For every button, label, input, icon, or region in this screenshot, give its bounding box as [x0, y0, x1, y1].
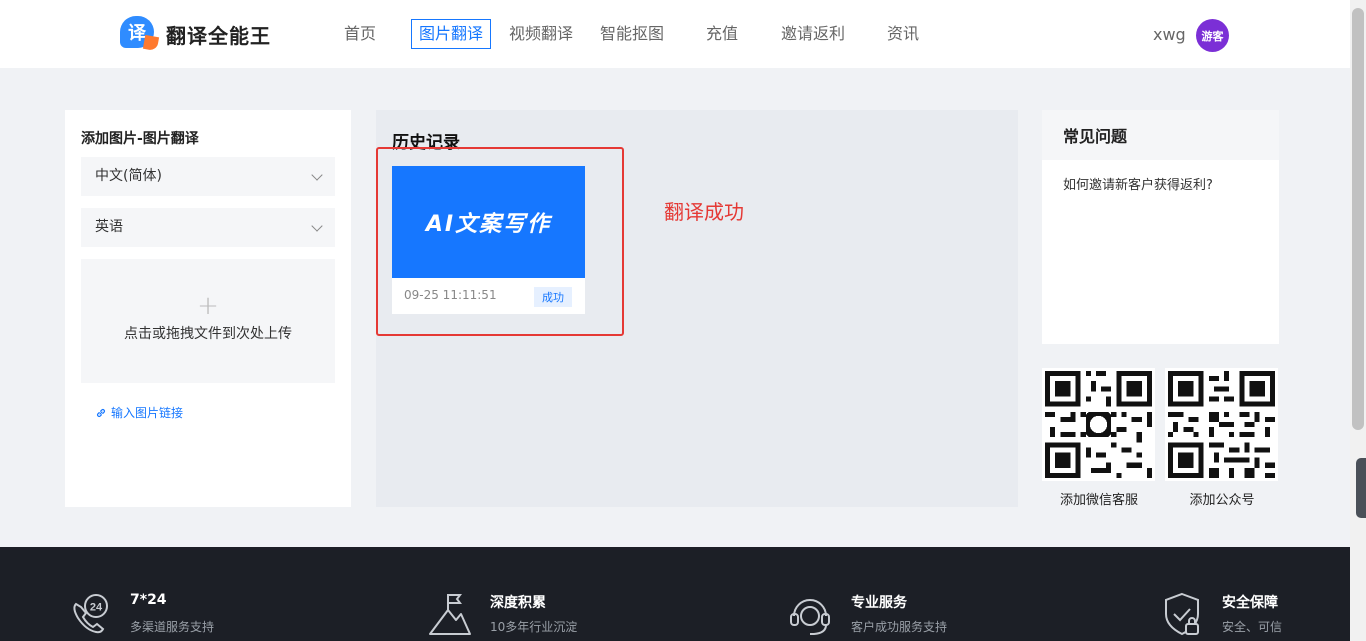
plus-icon: +: [197, 291, 219, 321]
source-language-select[interactable]: 中文(简体): [81, 157, 335, 196]
qr-code-icon: [1168, 371, 1275, 478]
target-language-select[interactable]: 英语: [81, 208, 335, 247]
feature-subtitle: 10多年行业沉淀: [490, 620, 578, 634]
image-link-text: 输入图片链接: [111, 406, 184, 420]
qr-code-icon: [1045, 371, 1152, 478]
feature-title: 7*24: [130, 592, 167, 608]
shield-lock-icon: [1165, 592, 1199, 636]
feature-subtitle: 多渠道服务支持: [130, 620, 215, 634]
link-icon: [96, 408, 106, 417]
svg-text:24: 24: [90, 602, 103, 614]
panel-title: 添加图片-图片翻译: [81, 131, 199, 147]
phone-24-icon: 24: [73, 594, 108, 634]
faq-panel: 常见问题 如何邀请新客户获得返利?: [1042, 110, 1279, 344]
faq-item[interactable]: 如何邀请新客户获得返利?: [1063, 174, 1213, 193]
flag-mountain-icon: [429, 594, 471, 635]
logo-icon: 译: [120, 16, 160, 52]
wechat-qr-label: 添加微信客服: [1059, 493, 1138, 508]
feature-title: 专业服务: [851, 595, 907, 611]
feature-title: 深度积累: [490, 595, 546, 611]
feature-subtitle: 安全、可信: [1222, 620, 1283, 634]
chevron-down-icon: [311, 220, 323, 232]
avatar[interactable]: 游客: [1196, 19, 1229, 52]
official-account-qr-code: [1165, 368, 1278, 481]
faq-title: 常见问题: [1042, 110, 1279, 160]
target-language-value: 英语: [95, 219, 123, 235]
headset-icon: [790, 599, 830, 635]
nav-home[interactable]: 首页: [344, 24, 376, 44]
annotation-text: 翻译成功: [664, 200, 744, 224]
upload-panel: 添加图片-图片翻译 中文(简体) 英语 + 点击或拖拽文件到次处上传 输入图片链…: [65, 110, 351, 507]
wechat-qr-code: [1042, 368, 1155, 481]
official-qr-label: 添加公众号: [1189, 493, 1255, 508]
nav-video-translate[interactable]: 视频翻译: [509, 24, 573, 44]
upload-hint: 点击或拖拽文件到次处上传: [124, 326, 292, 342]
highlight-box: [376, 147, 624, 336]
chevron-down-icon: [311, 169, 323, 181]
feature-title: 安全保障: [1222, 595, 1278, 611]
nav-news[interactable]: 资讯: [887, 24, 919, 44]
feature-subtitle: 客户成功服务支持: [851, 620, 948, 634]
nav-invite-rebate[interactable]: 邀请返利: [781, 24, 845, 44]
scrollbar-thumb[interactable]: [1352, 8, 1364, 430]
logo-text: 翻译全能王: [166, 23, 271, 48]
username[interactable]: xwg: [1153, 25, 1186, 44]
nav-smart-cutout[interactable]: 智能抠图: [600, 24, 664, 44]
source-language-value: 中文(简体): [95, 168, 162, 184]
top-header: 译 翻译全能王 首页 图片翻译 视频翻译 智能抠图 充值 邀请返利 资讯 xwg…: [0, 0, 1350, 68]
nav-image-translate[interactable]: 图片翻译: [411, 19, 492, 49]
side-widget[interactable]: [1356, 458, 1366, 518]
logo[interactable]: 译 翻译全能王: [120, 16, 271, 52]
nav-recharge[interactable]: 充值: [706, 24, 738, 44]
upload-dropzone[interactable]: + 点击或拖拽文件到次处上传: [81, 259, 335, 383]
image-link-button[interactable]: 输入图片链接: [95, 404, 183, 421]
